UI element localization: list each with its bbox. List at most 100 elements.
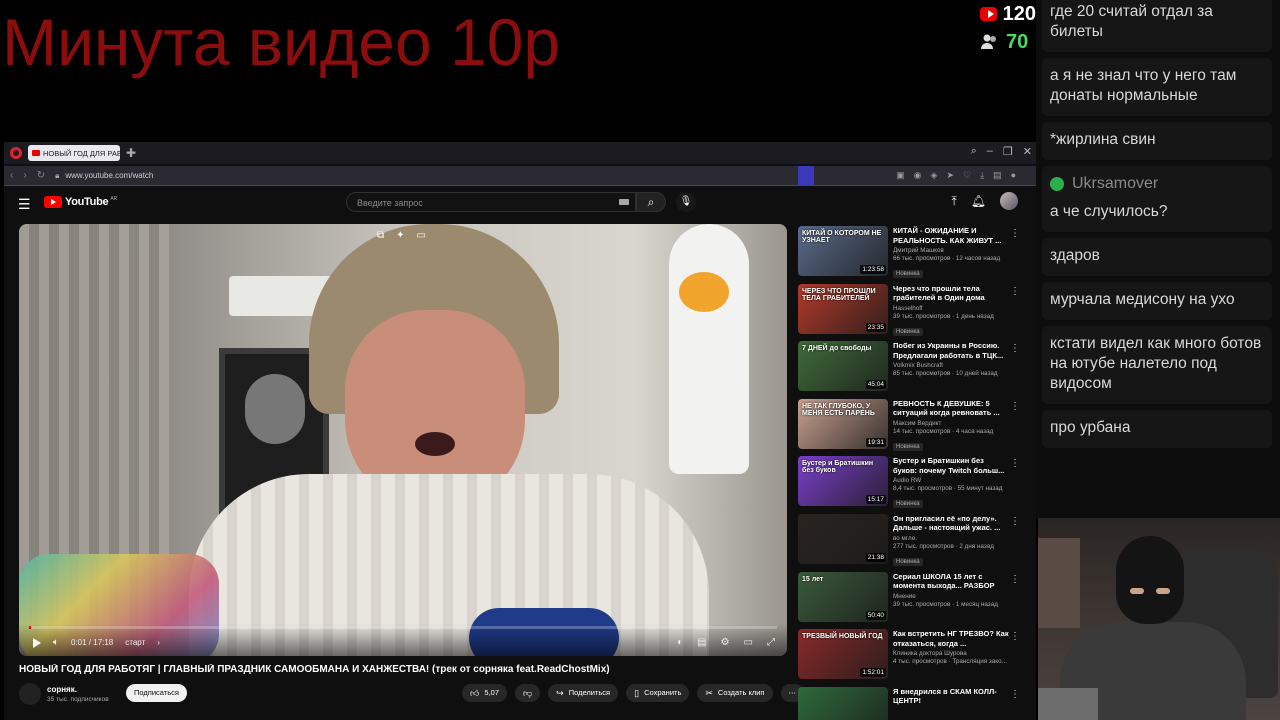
recommendation-channel[interactable]: во мгле. bbox=[893, 535, 1009, 542]
cast-icon[interactable]: ▭ bbox=[417, 230, 426, 241]
channel-avatar[interactable] bbox=[19, 683, 41, 705]
chevron-right-icon[interactable]: › bbox=[157, 638, 160, 647]
recommendation-title[interactable]: РЕВНОСТЬ К ДЕВУШКЕ: 5 ситуаций когда рев… bbox=[893, 399, 1009, 418]
theater-mode-icon[interactable]: ▭ bbox=[744, 637, 753, 648]
recommendation-title[interactable]: Я внедрился в СКАМ КОЛЛ-ЦЕНТР! bbox=[893, 687, 1009, 706]
recommendation-channel[interactable]: Дмитрий Машков bbox=[893, 247, 1009, 254]
video-thumbnail[interactable]: КИТАЙ О КОТОРОМ НЕ УЗНАЕТ 1:23:58 bbox=[798, 226, 888, 276]
url-field[interactable]: www.youtube.com/watch bbox=[65, 171, 153, 180]
video-thumbnail[interactable]: 15 лет 50:40 bbox=[798, 571, 888, 622]
minimize-icon[interactable]: – bbox=[987, 145, 993, 158]
video-thumbnail[interactable] bbox=[798, 686, 888, 720]
recommendation-card[interactable]: 7 ДНЕЙ до свободы 45:04 Побег из Украины в… bbox=[798, 339, 1020, 397]
video-thumbnail[interactable]: 7 ДНЕЙ до свободы 45:04 bbox=[798, 341, 888, 392]
forward-icon[interactable]: › bbox=[23, 170, 26, 181]
recommendation-title[interactable]: Бустер и Братишкин без буков: почему Twi… bbox=[893, 456, 1009, 475]
recommendation-channel[interactable]: Audio RW bbox=[893, 477, 1009, 484]
more-options-icon[interactable]: ⋮ bbox=[1010, 343, 1020, 354]
avatar[interactable] bbox=[1000, 192, 1018, 210]
video-thumbnail[interactable]: ТРЕЗВЫЙ НОВЫЙ ГОД 1:52:01 bbox=[798, 629, 888, 680]
opera-logo-icon[interactable] bbox=[10, 147, 22, 159]
send-icon[interactable]: ➤ bbox=[946, 170, 954, 181]
youtube-logo[interactable]: YouTube AR bbox=[44, 196, 117, 208]
recommendation-title[interactable]: Сериал ШКОЛА 15 лет с момента выхода... … bbox=[893, 572, 1009, 591]
recommendation-card[interactable]: НЕ ТАК ГЛУБОКО, У МЕНЯ ЕСТЬ ПАРЕНЬ 19:31 Р… bbox=[798, 397, 1020, 455]
clip-button[interactable]: ✂ Создать клип bbox=[697, 684, 773, 702]
recommendation-title[interactable]: Побег из Украины в Россию. Предлагали ра… bbox=[893, 341, 1009, 360]
recommendation-channel[interactable]: Hasselhoff bbox=[893, 305, 1009, 312]
upload-icon[interactable]: ⤒ bbox=[951, 194, 956, 209]
more-options-icon[interactable]: ⋮ bbox=[1010, 516, 1020, 527]
video-thumbnail[interactable]: Бустер и Братишкин без буков 15:17 bbox=[798, 456, 888, 507]
recommendation-title[interactable]: КИТАЙ - ОЖИДАНИЕ И РЕАЛЬНОСТЬ. КАК ЖИВУТ… bbox=[893, 226, 1009, 245]
channel-info[interactable]: сорняк. 35 тыс. подписчиков bbox=[19, 683, 109, 705]
voice-search-button[interactable]: 🎙︎ bbox=[676, 192, 696, 212]
video-thumbnail[interactable]: ЧЕРЕЗ ЧТО ПРОШЛИ ТЕЛА ГРАБИТЕЛЕЙ 23:35 bbox=[798, 283, 888, 334]
region-code: AR bbox=[110, 196, 118, 202]
video-player[interactable]: ⧉ ✦ ▭ 🔈︎ 0:01 / 17:18 старт › ◐ ▤ ⚙ ▭ ⤢ bbox=[19, 224, 787, 656]
miniplayer-icon[interactable]: ⧉ bbox=[377, 230, 384, 241]
wallet-icon[interactable]: ▤ bbox=[993, 170, 1002, 181]
recommendation-title[interactable]: Он пригласил её «по делу». Дальше - наст… bbox=[893, 514, 1009, 533]
subscribe-button[interactable]: Подписаться bbox=[126, 684, 187, 702]
new-badge: Новинка bbox=[893, 557, 923, 566]
recommendation-title[interactable]: Через что прошли тела грабителей в Один … bbox=[893, 284, 1009, 303]
recommendation-card[interactable]: ТРЕЗВЫЙ НОВЫЙ ГОД 1:52:01 Как встретить НГ… bbox=[798, 627, 1020, 685]
keyboard-icon[interactable] bbox=[619, 199, 629, 205]
tab-search-icon[interactable]: ⌕ bbox=[971, 145, 977, 158]
recommendation-channel[interactable]: Клиника доктора Шурова bbox=[893, 650, 1009, 657]
stream-chat[interactable]: где 20 считай отдал за билеты а я не зна… bbox=[1036, 0, 1280, 518]
more-options-icon[interactable]: ⋮ bbox=[1010, 631, 1020, 642]
recommendation-card[interactable]: КИТАЙ О КОТОРОМ НЕ УЗНАЕТ 1:23:58 КИТАЙ - … bbox=[798, 224, 1020, 282]
camera-icon[interactable]: ◉ bbox=[914, 170, 922, 181]
recommendation-card[interactable]: ЧЕРЕЗ ЧТО ПРОШЛИ ТЕЛА ГРАБИТЕЛЕЙ 23:35 Чер… bbox=[798, 282, 1020, 340]
subtitles-icon[interactable]: ▤ bbox=[697, 637, 706, 648]
sidebar-toggle-icon[interactable] bbox=[798, 166, 814, 186]
recommendation-channel[interactable]: Максим Вердикт bbox=[893, 420, 1009, 427]
recommendation-channel[interactable]: Мнение bbox=[893, 593, 1009, 600]
extension-icon[interactable]: ▣ bbox=[896, 170, 905, 181]
fullscreen-icon[interactable]: ⤢ bbox=[767, 637, 775, 648]
dislike-button[interactable]: 👎︎ bbox=[515, 684, 541, 702]
progress-bar[interactable] bbox=[29, 626, 777, 629]
profile-icon[interactable]: ● bbox=[1011, 170, 1016, 181]
new-tab-icon[interactable]: ✚ bbox=[126, 146, 136, 160]
reload-icon[interactable]: ↻ bbox=[37, 170, 45, 181]
chapter-label[interactable]: старт bbox=[125, 638, 145, 647]
recommendation-channel[interactable]: Volkmix Bushcraft bbox=[893, 362, 1009, 369]
shield-icon[interactable]: ◈ bbox=[931, 170, 938, 181]
search-input[interactable] bbox=[347, 194, 607, 212]
search-button[interactable]: ⌕ bbox=[636, 192, 666, 212]
heart-icon[interactable]: ♡ bbox=[963, 170, 971, 181]
more-options-icon[interactable]: ⋮ bbox=[1010, 458, 1020, 469]
like-button[interactable]: 👍︎ 5,07 bbox=[462, 684, 508, 702]
bell-icon[interactable]: 🔔︎ bbox=[971, 194, 986, 208]
recommendation-card[interactable]: Я внедрился в СКАМ КОЛЛ-ЦЕНТР! ⋮ bbox=[798, 685, 1020, 720]
menu-icon[interactable]: ☰ bbox=[18, 196, 31, 213]
share-button[interactable]: ↪ Поделиться bbox=[548, 684, 619, 702]
close-icon[interactable]: ✕ bbox=[1023, 145, 1032, 158]
channel-name[interactable]: сорняк. bbox=[47, 685, 109, 694]
back-icon[interactable]: ‹ bbox=[10, 170, 13, 181]
sparkle-icon[interactable]: ✦ bbox=[396, 230, 404, 241]
more-options-icon[interactable]: ⋮ bbox=[1010, 228, 1020, 239]
video-thumbnail[interactable]: 21:38 bbox=[798, 513, 888, 564]
more-options-icon[interactable]: ⋮ bbox=[1010, 574, 1020, 585]
autoplay-toggle-icon[interactable]: ◐ bbox=[677, 637, 683, 648]
search-box bbox=[346, 192, 636, 212]
recommendation-card[interactable]: 21:38 Он пригласил её «по делу». Дальше -… bbox=[798, 512, 1020, 570]
play-icon[interactable] bbox=[33, 637, 41, 648]
download-icon[interactable]: ⤓ bbox=[980, 170, 984, 181]
more-options-icon[interactable]: ⋮ bbox=[1010, 689, 1020, 700]
settings-gear-icon[interactable]: ⚙ bbox=[721, 637, 730, 648]
maximize-icon[interactable]: ❐ bbox=[1003, 145, 1013, 158]
video-thumbnail[interactable]: НЕ ТАК ГЛУБОКО, У МЕНЯ ЕСТЬ ПАРЕНЬ 19:31 bbox=[798, 398, 888, 449]
browser-tab-active[interactable]: НОВЫЙ ГОД ДЛЯ РАБОТЯГ bbox=[28, 145, 120, 161]
recommendation-card[interactable]: Бустер и Братишкин без буков 15:17 Бустер … bbox=[798, 454, 1020, 512]
more-options-icon[interactable]: ⋮ bbox=[1010, 286, 1020, 297]
recommendation-card[interactable]: 15 лет 50:40 Сериал ШКОЛА 15 лет с момента… bbox=[798, 570, 1020, 628]
volume-icon[interactable]: 🔈︎ bbox=[53, 637, 59, 648]
more-options-icon[interactable]: ⋮ bbox=[1010, 401, 1020, 412]
recommendation-title[interactable]: Как встретить НГ ТРЕЗВО? Как отказаться,… bbox=[893, 629, 1009, 648]
save-button[interactable]: ▯ Сохранить bbox=[626, 684, 690, 702]
